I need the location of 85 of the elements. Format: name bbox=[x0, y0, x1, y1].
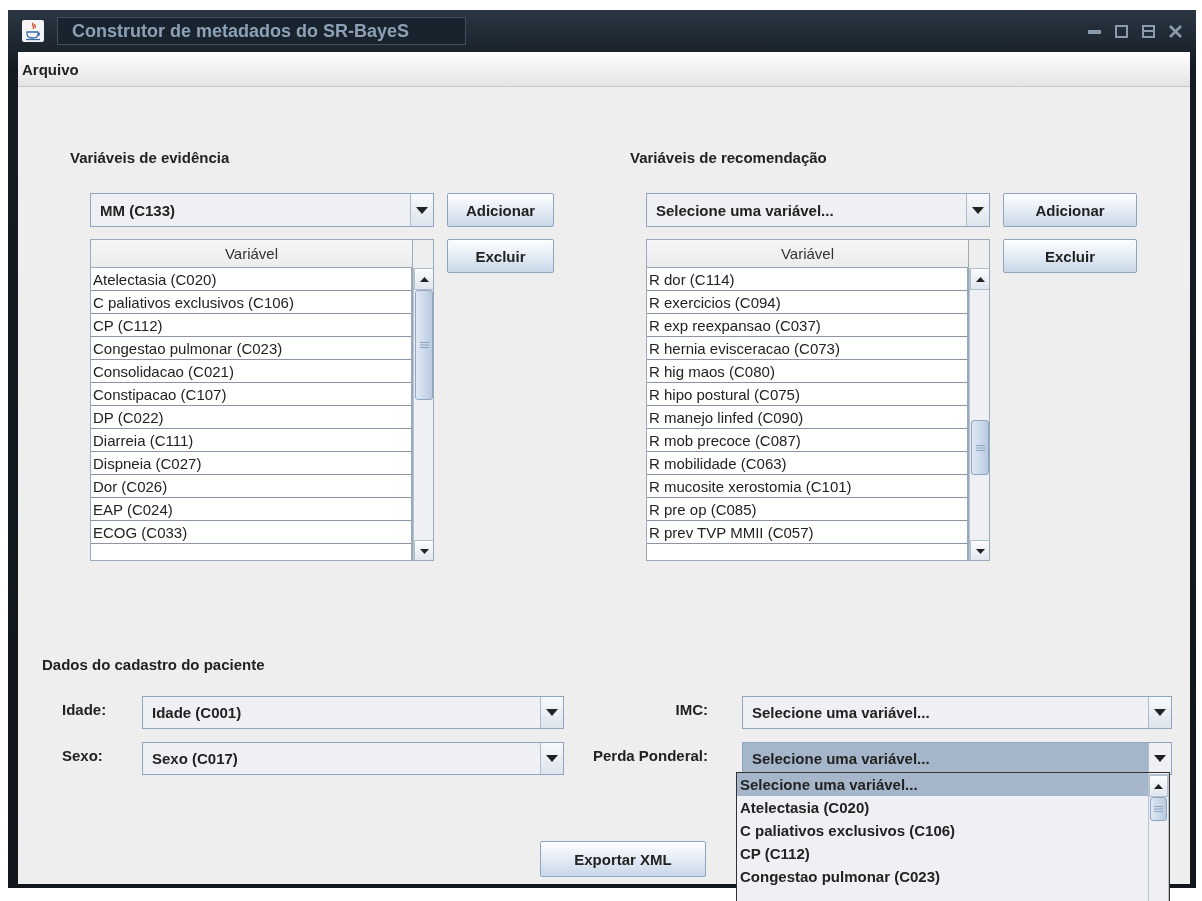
caret-down-icon bbox=[1154, 755, 1166, 762]
table-cell[interactable]: DP (C022) bbox=[91, 406, 411, 429]
table-cell[interactable]: Atelectasia (C020) bbox=[91, 268, 411, 291]
section-label: Variáveis de recomendação bbox=[630, 148, 828, 168]
delete-button[interactable]: Excluir bbox=[447, 239, 554, 273]
table-cell[interactable]: Constipacao (C107) bbox=[91, 383, 411, 406]
table-cell[interactable]: R mob precoce (C087) bbox=[647, 429, 967, 452]
dropdown-button[interactable] bbox=[1148, 743, 1171, 774]
section-label: Dados do cadastro do paciente bbox=[42, 655, 266, 675]
dropdown[interactable]: Sexo (C017) bbox=[142, 742, 564, 775]
up-arrow-icon bbox=[419, 276, 429, 282]
window-title: Construtor de metadados do SR-BayeS bbox=[57, 17, 466, 45]
field-label: Sexo: bbox=[62, 746, 104, 766]
caret-down-icon bbox=[546, 709, 558, 716]
table-cell[interactable]: Dor (C026) bbox=[91, 475, 411, 498]
table-cell[interactable]: Congestao pulmonar (C023) bbox=[91, 337, 411, 360]
dropdown-button[interactable] bbox=[540, 743, 563, 774]
column-header[interactable]: Variável bbox=[91, 240, 413, 268]
table-cell[interactable]: Dispneia (C027) bbox=[91, 452, 411, 475]
field-label: Perda Ponderal: bbox=[591, 746, 709, 766]
coffee-cup-icon bbox=[22, 20, 44, 42]
grip-icon bbox=[975, 444, 985, 451]
add-button[interactable]: Adicionar bbox=[1003, 193, 1137, 227]
table-cell[interactable]: R pre op (C085) bbox=[647, 498, 967, 521]
up-arrow-icon bbox=[975, 276, 985, 282]
table-cell[interactable]: R manejo linfed (C090) bbox=[647, 406, 967, 429]
caret-down-icon bbox=[546, 755, 558, 762]
table-cell[interactable]: CP (C112) bbox=[91, 314, 411, 337]
table-cell[interactable]: R exp reexpansao (C037) bbox=[647, 314, 967, 337]
dropdown-button[interactable] bbox=[1148, 697, 1171, 728]
column-header[interactable]: Variável bbox=[647, 240, 969, 268]
scroll-down-button[interactable] bbox=[970, 540, 989, 560]
table-cell[interactable]: C paliativos exclusivos (C106) bbox=[91, 291, 411, 314]
dropdown-button[interactable] bbox=[966, 194, 989, 226]
dropdown-button[interactable] bbox=[410, 194, 433, 226]
dropdown-option[interactable]: Atelectasia (C020) bbox=[737, 796, 1148, 819]
scroll-up-button[interactable] bbox=[1149, 775, 1168, 797]
add-button[interactable]: Adicionar bbox=[447, 193, 554, 227]
export-button[interactable]: Exportar XML bbox=[540, 841, 706, 877]
scrollbar[interactable] bbox=[1148, 774, 1169, 901]
scroll-down-button[interactable] bbox=[414, 540, 433, 560]
scroll-up-button[interactable] bbox=[970, 268, 989, 290]
maximize-icon[interactable] bbox=[1115, 24, 1128, 38]
table-cell[interactable]: R hipo postural (C075) bbox=[647, 383, 967, 406]
table-cell[interactable]: EAP (C024) bbox=[91, 498, 411, 521]
field-label: Idade: bbox=[62, 700, 108, 720]
up-arrow-icon bbox=[1154, 783, 1163, 789]
table-cell[interactable]: ECOG (C033) bbox=[91, 521, 411, 544]
dropdown[interactable]: MM (C133) bbox=[90, 193, 434, 227]
table-cell[interactable]: R mobilidade (C063) bbox=[647, 452, 967, 475]
delete-button[interactable]: Excluir bbox=[1003, 239, 1137, 273]
table-cell[interactable]: Diarreia (C111) bbox=[91, 429, 411, 452]
section-label: Variáveis de evidência bbox=[70, 148, 231, 168]
table-cell[interactable]: R hig maos (C080) bbox=[647, 360, 967, 383]
table-cell[interactable]: R prev TVP MMII (C057) bbox=[647, 521, 967, 544]
field-label: IMC: bbox=[674, 700, 709, 720]
table-cell[interactable]: Consolidacao (C021) bbox=[91, 360, 411, 383]
scroll-thumb[interactable] bbox=[1150, 797, 1167, 821]
dropdown-button[interactable] bbox=[540, 697, 563, 728]
scroll-thumb[interactable] bbox=[971, 420, 989, 475]
dropdown[interactable]: Selecione uma variável... bbox=[646, 193, 990, 227]
caret-down-icon bbox=[972, 206, 984, 214]
close-icon[interactable] bbox=[1169, 24, 1182, 38]
caret-down-icon bbox=[1154, 709, 1166, 716]
scroll-up-button[interactable] bbox=[414, 268, 433, 290]
menu-item[interactable]: Arquivo bbox=[22, 58, 79, 80]
dropdown-option[interactable]: Selecione uma variável... bbox=[737, 773, 1148, 796]
grip-icon bbox=[1154, 806, 1163, 812]
dropdown-option[interactable]: C paliativos exclusivos (C106) bbox=[737, 819, 1148, 842]
down-arrow-icon bbox=[419, 548, 429, 554]
caret-down-icon bbox=[416, 206, 428, 214]
restore-icon[interactable] bbox=[1142, 24, 1155, 38]
table-cell[interactable]: R exercicios (C094) bbox=[647, 291, 967, 314]
table-cell[interactable]: R dor (C114) bbox=[647, 268, 967, 291]
scrollbar[interactable] bbox=[969, 268, 989, 560]
table-cell[interactable]: R hernia evisceracao (C073) bbox=[647, 337, 967, 360]
table-cell[interactable]: R mucosite xerostomia (C101) bbox=[647, 475, 967, 498]
down-arrow-icon bbox=[975, 548, 985, 554]
dropdown-option[interactable]: CP (C112) bbox=[737, 842, 1148, 865]
dropdown[interactable]: Idade (C001) bbox=[142, 696, 564, 729]
grip-icon bbox=[419, 342, 429, 348]
scroll-thumb[interactable] bbox=[415, 290, 433, 400]
dropdown-option[interactable]: Congestao pulmonar (C023) bbox=[737, 865, 1148, 888]
dropdown[interactable]: Selecione uma variável... bbox=[742, 696, 1172, 729]
scrollbar[interactable] bbox=[413, 268, 433, 560]
